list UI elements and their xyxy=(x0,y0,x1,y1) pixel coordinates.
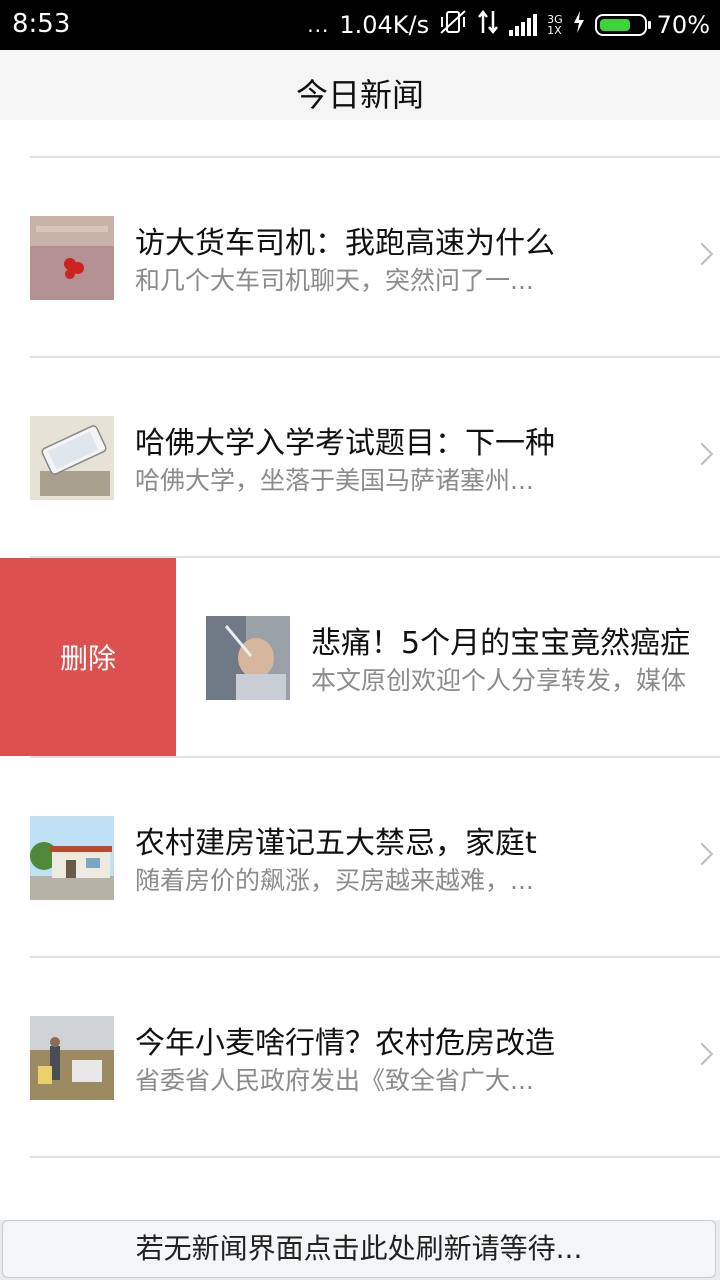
vibrate-off-icon xyxy=(439,9,467,41)
status-time: 8:53 xyxy=(12,9,71,39)
news-thumbnail xyxy=(30,416,114,500)
data-transfer-icon xyxy=(477,9,499,41)
news-headline: 今年小麦啥行情？农村危房改造 xyxy=(135,1026,555,1061)
chevron-right-icon xyxy=(690,1042,714,1066)
chevron-right-icon xyxy=(690,242,714,266)
china-unicom-storefront-image xyxy=(30,216,114,300)
page-title: 今日新闻 xyxy=(295,76,424,114)
news-thumbnail xyxy=(206,616,290,700)
news-item-content[interactable]: 今年小麦啥行情？农村危房改造 省委省人民政府发出《致全省广大... xyxy=(0,958,720,1156)
chevron-right-icon xyxy=(690,442,714,466)
battery-icon xyxy=(594,14,651,36)
signal-icon xyxy=(509,14,538,36)
news-summary: 随着房价的飙涨，买房越来越难，... xyxy=(135,866,534,895)
news-headline: 农村建房谨记五大禁忌，家庭t xyxy=(135,826,537,861)
network-type: 3G 1X xyxy=(547,14,563,36)
news-summary: 哈佛大学，坐落于美国马萨诸塞州... xyxy=(135,466,534,495)
rural-house-image xyxy=(30,816,114,900)
news-headline: 访大货车司机：我跑高速为什么 xyxy=(135,226,555,261)
news-list[interactable]: 访大货车司机：我跑高速为什么 和几个大车司机聊天，突然问了一... 哈佛大学入学… xyxy=(0,120,720,1220)
status-icons: ... 1.04K/s 3G 1X 70% xyxy=(307,9,710,41)
news-item-content[interactable]: 哈佛大学入学考试题目：下一种 哈佛大学，坐落于美国马萨诸塞州... xyxy=(0,358,720,556)
news-headline: 悲痛！5个月的宝宝竟然癌症 xyxy=(311,626,691,661)
bottom-bar: 若无新闻界面点击此处刷新请等待... xyxy=(0,1220,720,1280)
news-item[interactable]: 今年小麦啥行情？农村危房改造 省委省人民政府发出《致全省广大... xyxy=(0,958,720,1156)
title-bar: 今日新闻 xyxy=(0,50,720,120)
news-item-content[interactable]: 访大货车司机：我跑高速为什么 和几个大车司机聊天，突然问了一... xyxy=(0,158,720,356)
news-item-content[interactable]: 悲痛！5个月的宝宝竟然癌症 本文原创欢迎个人分享转发，媒体 xyxy=(176,558,720,756)
news-thumbnail xyxy=(30,816,114,900)
news-summary: 和几个大车司机聊天，突然问了一... xyxy=(135,266,534,295)
battery-percent: 70% xyxy=(656,11,710,39)
charging-icon xyxy=(573,11,585,39)
news-summary: 本文原创欢迎个人分享转发，媒体 xyxy=(311,666,687,695)
status-bar: 8:53 ... 1.04K/s 3G 1X 70% xyxy=(0,0,720,50)
delete-button[interactable]: 删除 xyxy=(0,558,176,756)
chevron-right-icon xyxy=(690,842,714,866)
network-speed: 1.04K/s xyxy=(339,11,430,39)
news-item[interactable]: 访大货车司机：我跑高速为什么 和几个大车司机聊天，突然问了一... xyxy=(0,158,720,356)
network-type-bottom: 1X xyxy=(547,24,562,37)
news-headline: 哈佛大学入学考试题目：下一种 xyxy=(135,426,555,461)
news-item[interactable]: 哈佛大学入学考试题目：下一种 哈佛大学，坐落于美国马萨诸塞州... xyxy=(0,358,720,556)
baby-in-hospital-image xyxy=(206,616,290,700)
news-thumbnail xyxy=(30,1016,114,1100)
list-divider xyxy=(30,1156,720,1158)
news-item-content[interactable]: 农村建房谨记五大禁忌，家庭t 随着房价的飙涨，买房越来越难，... xyxy=(0,758,720,956)
refresh-button[interactable]: 若无新闻界面点击此处刷新请等待... xyxy=(2,1220,716,1278)
news-item[interactable]: 农村建房谨记五大禁忌，家庭t 随着房价的飙涨，买房越来越难，... xyxy=(0,758,720,956)
wheat-field-workers-image xyxy=(30,1016,114,1100)
news-item-swiped[interactable]: 删除 悲痛！5个月的宝宝竟然癌症 本文原创欢迎个人分享转发，媒体 xyxy=(0,558,720,756)
phone-on-paper-image xyxy=(30,416,114,500)
news-thumbnail xyxy=(30,216,114,300)
news-summary: 省委省人民政府发出《致全省广大... xyxy=(135,1066,534,1095)
notification-dots: ... xyxy=(307,13,330,37)
